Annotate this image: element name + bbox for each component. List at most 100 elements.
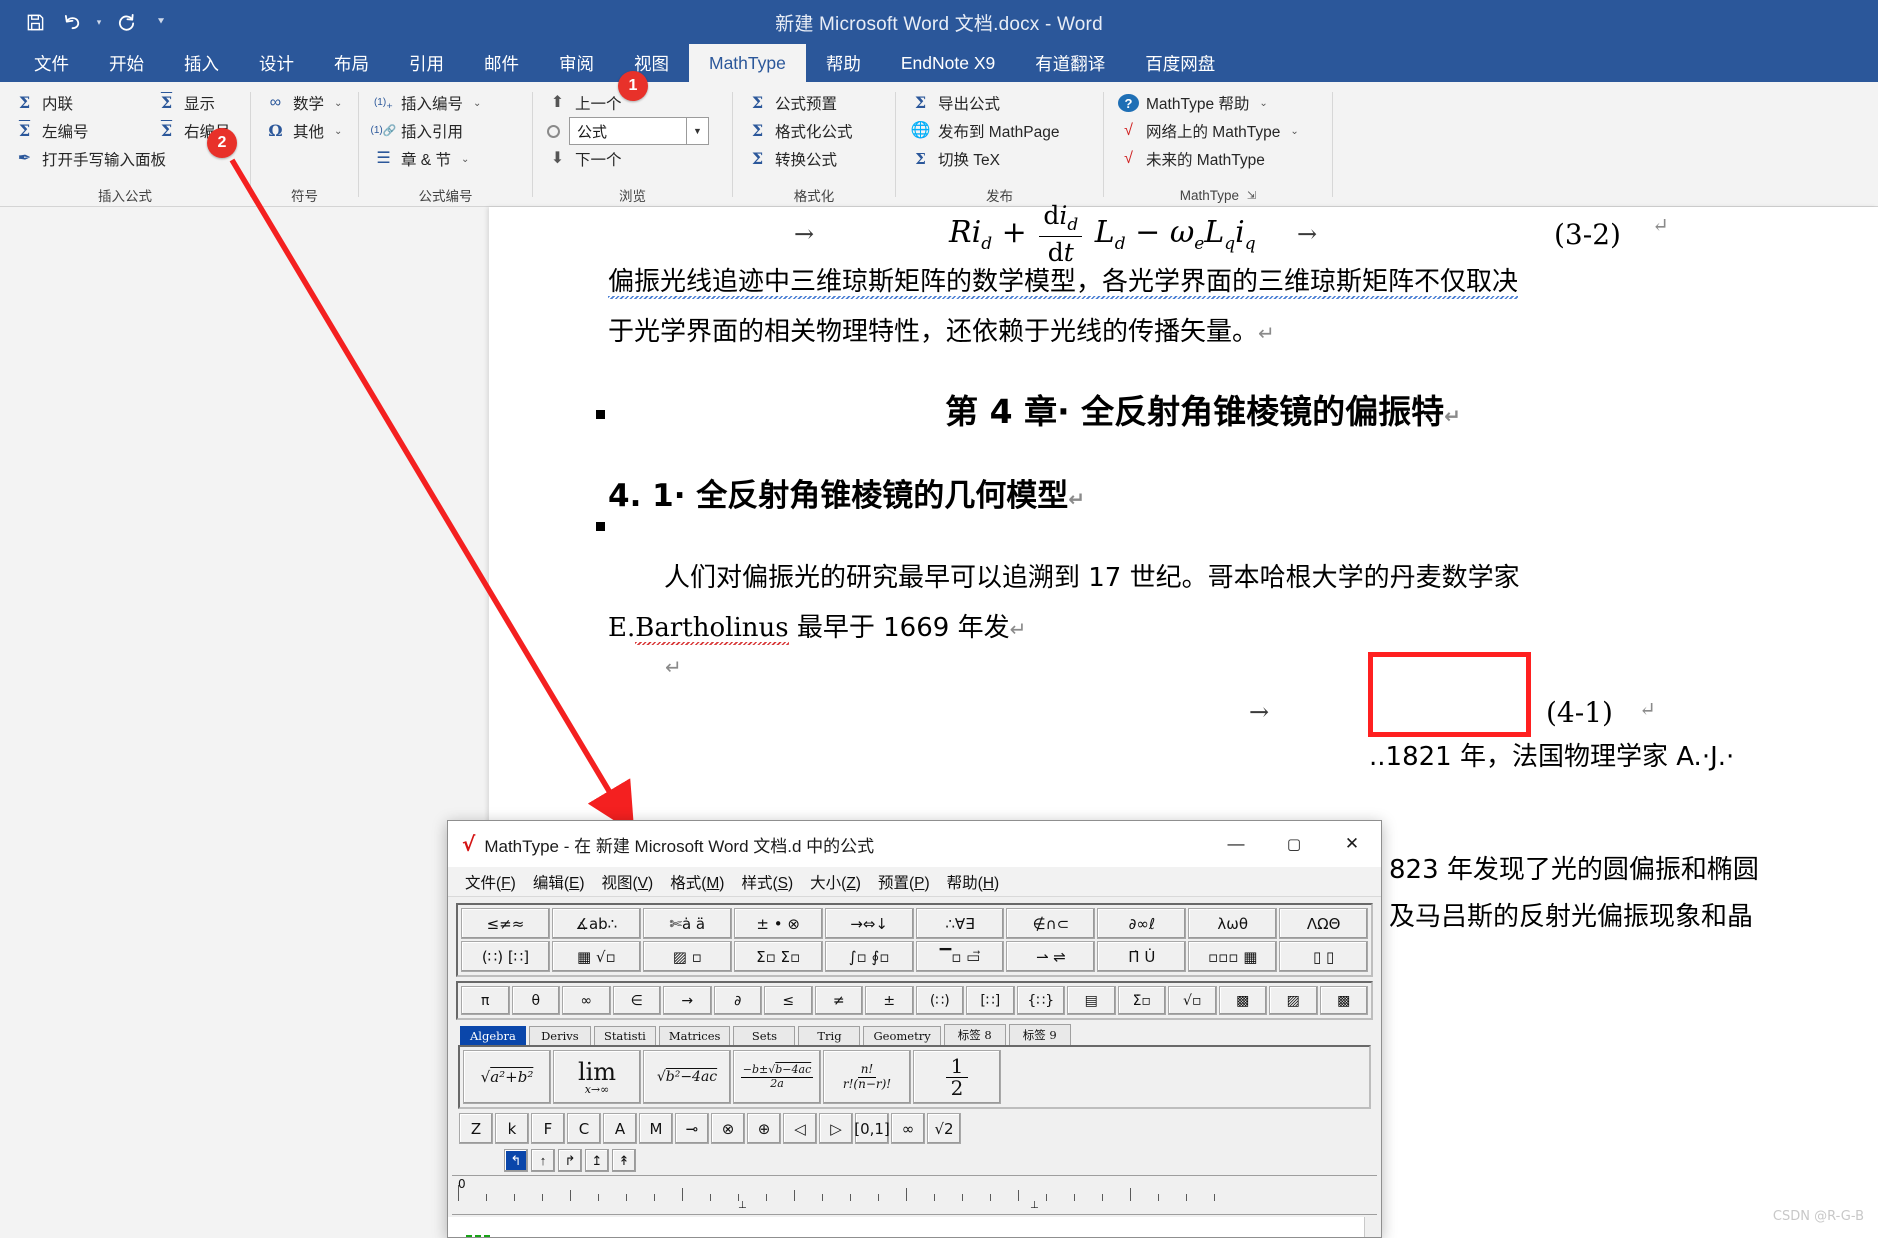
browse-radio-icon[interactable] [547, 124, 560, 138]
ribbon-tab-0[interactable]: 文件 [14, 44, 89, 82]
mathtype-menu-0[interactable]: 文件(F) [458, 869, 523, 895]
palette-button-10[interactable]: [∷] [966, 986, 1015, 1015]
mathtype-menu-1[interactable]: 编辑(E) [526, 869, 592, 895]
palette-button-12[interactable]: ▤ [1067, 986, 1116, 1015]
cmd-other-symbols[interactable]: Ω 其他 ⌄ [261, 117, 348, 145]
cmd-future-mathtype[interactable]: √ 未来的 MathType [1114, 145, 1322, 173]
palette-button-6[interactable]: ≤ [764, 986, 813, 1015]
minimize-icon[interactable]: — [1207, 821, 1265, 867]
palette-button-5[interactable]: ∂ [713, 986, 762, 1015]
cmd-left-numbered[interactable]: Σ 左编号 [10, 117, 152, 145]
mathtype-window[interactable]: √ MathType - 在 新建 Microsoft Word 文档.d 中的… [447, 820, 1382, 1238]
palette-button-7[interactable]: Π̇ U̇ [1097, 941, 1187, 972]
maximize-icon[interactable]: ▢ [1265, 821, 1323, 867]
palette-button-9[interactable]: ▯ ▯ [1279, 941, 1369, 972]
chevron-down-icon[interactable]: ⌄ [461, 154, 469, 165]
mathtype-palette-tab-2[interactable]: Statisti [593, 1026, 656, 1045]
bottom-symbol-button-9[interactable]: ◁ [783, 1113, 817, 1144]
ribbon-tab-12[interactable]: 有道翻译 [1015, 44, 1125, 82]
mathtype-palette-tab-4[interactable]: Sets [733, 1026, 796, 1045]
style-nudge-1[interactable]: ↰ [504, 1149, 528, 1172]
palette-button-9[interactable]: (∷) [915, 986, 964, 1015]
mathtype-menu-5[interactable]: 大小(Z) [803, 869, 868, 895]
mathtype-menu-6[interactable]: 预置(P) [871, 869, 937, 895]
bottom-symbol-button-13[interactable]: √2 [927, 1113, 961, 1144]
cmd-mathtype-on-web[interactable]: √ 网络上的 MathType ⌄ [1114, 117, 1322, 145]
ribbon-tab-9[interactable]: MathType [689, 44, 806, 82]
tab-stop-marker[interactable]: ⊥ [1030, 1200, 1039, 1211]
chevron-down-icon[interactable]: ⌄ [473, 98, 481, 109]
cmd-handwriting-panel[interactable]: ✒ 打开手写输入面板 [10, 145, 166, 173]
ribbon-tab-4[interactable]: 布局 [314, 44, 389, 82]
palette-button-17[interactable]: ▩ [1319, 986, 1368, 1015]
palette-button-8[interactable]: ▫▫▫ ▦ [1188, 941, 1278, 972]
ribbon-tab-5[interactable]: 引用 [389, 44, 464, 82]
template-quadratic-formula[interactable]: −b±√b−4ac 2a [733, 1050, 821, 1104]
mathtype-palette-tab-8[interactable]: 标签 9 [1008, 1024, 1071, 1045]
ribbon-tab-3[interactable]: 设计 [239, 44, 314, 82]
bottom-symbol-button-0[interactable]: Z [459, 1113, 493, 1144]
palette-button-4[interactable]: → [663, 986, 712, 1015]
mathtype-palette-tab-5[interactable]: Trig [798, 1026, 861, 1045]
palette-button-6[interactable]: ⇀ ⇌ [1006, 941, 1096, 972]
palette-button-6[interactable]: ∉∩⊂ [1006, 908, 1096, 939]
cmd-format-equations[interactable]: Σ 格式化公式 [743, 117, 885, 145]
heading-chapter[interactable]: 第 4 章· 全反射角锥棱镜的偏振特↵ [608, 395, 1798, 428]
mathtype-palette-tab-7[interactable]: 标签 8 [943, 1024, 1006, 1045]
mathtype-palette-tab-0[interactable]: Algebra [460, 1026, 526, 1045]
mathtype-equation-canvas[interactable] [448, 1217, 1381, 1237]
bottom-symbol-button-5[interactable]: M [639, 1113, 673, 1144]
template-sqrt-a2b2[interactable]: √a²+b² [463, 1050, 551, 1104]
bottom-symbol-button-12[interactable]: ∞ [891, 1113, 925, 1144]
palette-button-5[interactable]: ▔▫ ▭⃗ [915, 941, 1005, 972]
style-nudge-5[interactable]: ↟ [612, 1149, 636, 1172]
palette-button-3[interactable]: Σ▫ Σ▫ [733, 941, 823, 972]
palette-button-1[interactable]: ▦ √▫ [551, 941, 641, 972]
palette-button-2[interactable]: ▨ ▫ [642, 941, 732, 972]
cmd-insert-reference[interactable]: (1) 🔗 插入引用 [369, 117, 522, 145]
bottom-symbol-button-2[interactable]: F [531, 1113, 565, 1144]
bottom-symbol-button-7[interactable]: ⊗ [711, 1113, 745, 1144]
ribbon-tab-1[interactable]: 开始 [89, 44, 164, 82]
equation-row-4-1[interactable]: → (4-1) ↵ [489, 687, 1878, 737]
bottom-symbol-button-8[interactable]: ⊕ [747, 1113, 781, 1144]
mathtype-menu-4[interactable]: 样式(S) [734, 869, 800, 895]
template-sqrt-quadratic[interactable]: √b²−4ac [643, 1050, 731, 1104]
palette-button-7[interactable]: ∂∞ℓ [1097, 908, 1187, 939]
chevron-down-icon[interactable]: ▼ [686, 118, 708, 144]
palette-button-2[interactable]: ✄ȧ ä [642, 908, 732, 939]
palette-button-3[interactable]: ± • ⊗ [733, 908, 823, 939]
palette-button-11[interactable]: {∷} [1016, 986, 1065, 1015]
cmd-convert-equations[interactable]: Σ 转换公式 [743, 145, 885, 173]
palette-button-9[interactable]: ΛΩΘ [1279, 908, 1369, 939]
palette-button-5[interactable]: ∴∀∃ [915, 908, 1005, 939]
heading-section[interactable]: 4. 1· 全反射角锥棱镜的几何模型↵ [608, 481, 1085, 512]
style-nudge-2[interactable]: ↑ [531, 1149, 555, 1172]
mathtype-palette-tab-6[interactable]: Geometry [863, 1026, 941, 1045]
palette-button-7[interactable]: ≠ [814, 986, 863, 1015]
palette-button-1[interactable]: θ [511, 986, 560, 1015]
ribbon-tab-6[interactable]: 邮件 [464, 44, 539, 82]
ribbon-tab-7[interactable]: 审阅 [539, 44, 614, 82]
bottom-symbol-button-10[interactable]: ▷ [819, 1113, 853, 1144]
bottom-symbol-button-6[interactable]: ⊸ [675, 1113, 709, 1144]
chevron-down-icon[interactable]: ⌄ [1259, 98, 1267, 109]
bottom-symbol-button-1[interactable]: k [495, 1113, 529, 1144]
close-icon[interactable]: ✕ [1323, 821, 1381, 867]
palette-button-0[interactable]: (∷) [∷] [461, 941, 550, 972]
palette-button-4[interactable]: ∫▫ ∮▫ [824, 941, 914, 972]
mathtype-palette-tab-1[interactable]: Derivs [528, 1026, 591, 1045]
browse-target-combo[interactable]: 公式 ▼ [569, 117, 709, 145]
chevron-down-icon[interactable]: ⌄ [334, 98, 342, 109]
palette-button-4[interactable]: →⇔↓ [824, 908, 914, 939]
cmd-inline[interactable]: Σ 内联 [10, 89, 152, 117]
cmd-next[interactable]: ⬇ 下一个 [543, 145, 722, 173]
palette-button-8[interactable]: ± [865, 986, 914, 1015]
palette-button-0[interactable]: π [461, 986, 510, 1015]
palette-button-8[interactable]: λωθ [1188, 908, 1278, 939]
palette-button-0[interactable]: ≤≠≈ [461, 908, 550, 939]
bottom-symbol-button-11[interactable]: [0,1] [854, 1113, 890, 1144]
bottom-symbol-button-3[interactable]: C [567, 1113, 601, 1144]
equation-row-3-2[interactable]: → Rid + did dt Ld − ωeLqiq → (3-2) ↵ [489, 199, 1878, 269]
palette-button-13[interactable]: Σ̇▫ [1117, 986, 1166, 1015]
